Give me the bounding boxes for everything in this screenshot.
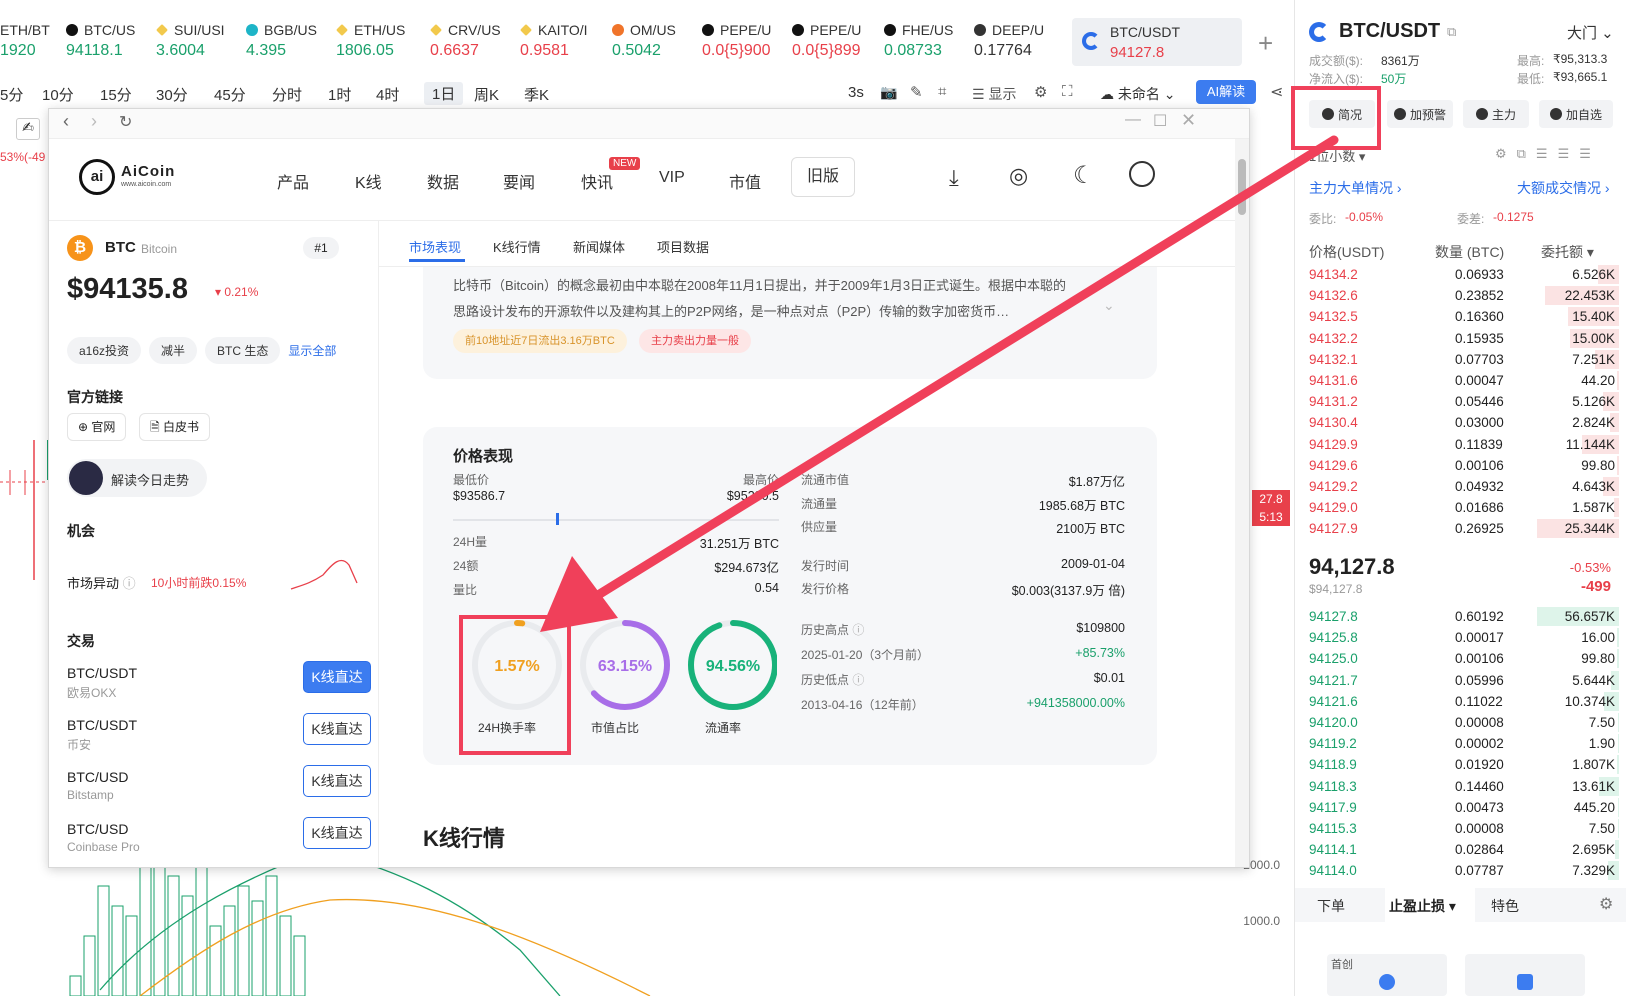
annotation-arrow [540,135,1339,632]
